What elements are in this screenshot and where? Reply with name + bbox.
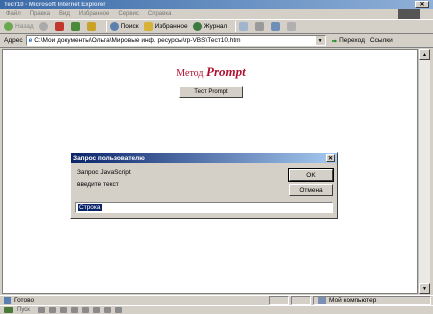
links-button[interactable]: Ссылки: [370, 37, 393, 44]
prompt-input-value: Строка: [78, 204, 102, 211]
address-input[interactable]: e C:\Мои документы\Ольга\Мировые инф. ре…: [25, 35, 326, 46]
home-button[interactable]: [86, 22, 98, 31]
back-arrow-icon: [4, 22, 13, 31]
favorites-label: Избранное: [154, 23, 188, 30]
menu-tools[interactable]: Сервис: [118, 11, 139, 17]
computer-icon: [318, 297, 326, 304]
dialog-close-button[interactable]: ✕: [326, 154, 335, 162]
toolbar: Назад Поиск Избранное Журнал: [0, 19, 433, 34]
refresh-icon: [70, 22, 80, 31]
forward-button[interactable]: [38, 22, 50, 31]
discuss-icon: [287, 22, 297, 31]
address-label: Адрес: [4, 37, 23, 44]
test-prompt-button[interactable]: Тест Prompt: [179, 86, 243, 98]
prompt-dialog: Запрос пользователю ✕ Запрос JavaScript …: [70, 152, 338, 219]
window-titlebar: Тест10 - Microsoft Internet Explorer ✕: [0, 0, 433, 9]
refresh-button[interactable]: [70, 22, 82, 31]
taskbar: Пуск: [0, 305, 433, 314]
address-value: C:\Мои документы\Ольга\Мировые инф. ресу…: [34, 37, 241, 44]
taskbar-app-icon[interactable]: [103, 307, 111, 313]
mail-icon: [239, 22, 249, 31]
print-icon: [255, 22, 265, 31]
toolbar-separator: [235, 21, 237, 32]
address-dropdown-icon[interactable]: ▼: [315, 36, 325, 45]
menu-file[interactable]: Файл: [6, 11, 21, 17]
discuss-button[interactable]: [287, 22, 298, 31]
taskbar-app-icon[interactable]: [59, 307, 67, 313]
window-close-button[interactable]: ✕: [415, 1, 429, 8]
menu-bar: Файл Правка Вид Избранное Сервис Справка: [0, 9, 433, 19]
stop-button[interactable]: [54, 22, 66, 31]
status-bar: Готово Мой компьютер: [0, 295, 433, 305]
cancel-button[interactable]: Отмена: [289, 184, 333, 196]
zone-label: Мой компьютер: [329, 297, 377, 304]
go-arrow-icon: ➡: [331, 37, 338, 45]
vertical-scrollbar[interactable]: ▲ ▼: [418, 49, 430, 294]
window-title: Тест10 - Microsoft Internet Explorer: [4, 1, 106, 8]
security-zone: Мой компьютер: [313, 296, 431, 305]
search-label: Поиск: [120, 23, 139, 30]
home-icon: [86, 22, 96, 31]
taskbar-app-icon[interactable]: [92, 307, 100, 313]
status-text: Готово: [14, 297, 35, 304]
taskbar-app-icon[interactable]: [48, 307, 56, 313]
start-icon[interactable]: [4, 307, 13, 313]
back-button[interactable]: Назад: [4, 22, 34, 31]
taskbar-app-icon[interactable]: [81, 307, 89, 313]
search-button[interactable]: Поиск: [109, 22, 139, 31]
search-icon: [109, 22, 119, 31]
start-label[interactable]: Пуск: [17, 307, 30, 313]
ie-logo: [398, 9, 420, 19]
go-label: Переход: [339, 37, 365, 44]
taskbar-app-icon[interactable]: [37, 307, 45, 313]
favorites-icon: [143, 22, 153, 31]
edit-button[interactable]: [271, 22, 282, 31]
dialog-message-line1: Запрос JavaScript: [77, 169, 131, 176]
scroll-up-icon[interactable]: ▲: [419, 49, 430, 60]
dialog-titlebar: Запрос пользователю ✕: [71, 153, 337, 163]
edit-icon: [271, 22, 281, 31]
status-pane: [291, 296, 311, 305]
page-title-prompt: Prompt: [206, 64, 246, 79]
taskbar-app-icon[interactable]: [70, 307, 78, 313]
forward-arrow-icon: [38, 22, 48, 31]
dialog-title: Запрос пользователю: [73, 154, 145, 162]
page-title: Метод Prompt: [3, 64, 419, 80]
go-button[interactable]: ➡ Переход: [332, 37, 365, 45]
prompt-input[interactable]: Строка: [75, 202, 333, 213]
mail-button[interactable]: [239, 22, 250, 31]
dialog-message-line2: введите текст: [77, 181, 119, 188]
stop-icon: [54, 22, 64, 31]
taskbar-app-icon[interactable]: [114, 307, 122, 313]
status-left: Готово: [0, 297, 269, 304]
menu-help[interactable]: Справка: [148, 11, 172, 17]
history-button[interactable]: Журнал: [192, 22, 228, 31]
toolbar-separator: [105, 21, 107, 32]
favorites-button[interactable]: Избранное: [143, 22, 188, 31]
back-label: Назад: [15, 23, 34, 30]
status-pane: [269, 296, 289, 305]
address-bar: Адрес e C:\Мои документы\Ольга\Мировые и…: [0, 34, 433, 48]
print-button[interactable]: [255, 22, 266, 31]
ie-page-icon: e: [28, 37, 33, 44]
history-icon: [192, 22, 202, 31]
menu-favorites[interactable]: Избранное: [79, 11, 109, 17]
page-title-method: Метод: [176, 68, 206, 79]
history-label: Журнал: [203, 23, 228, 30]
ok-button[interactable]: OK: [288, 168, 334, 182]
scroll-down-icon[interactable]: ▼: [419, 283, 430, 294]
page-status-icon: [4, 297, 11, 304]
menu-edit[interactable]: Правка: [30, 11, 50, 17]
menu-view[interactable]: Вид: [59, 11, 70, 17]
